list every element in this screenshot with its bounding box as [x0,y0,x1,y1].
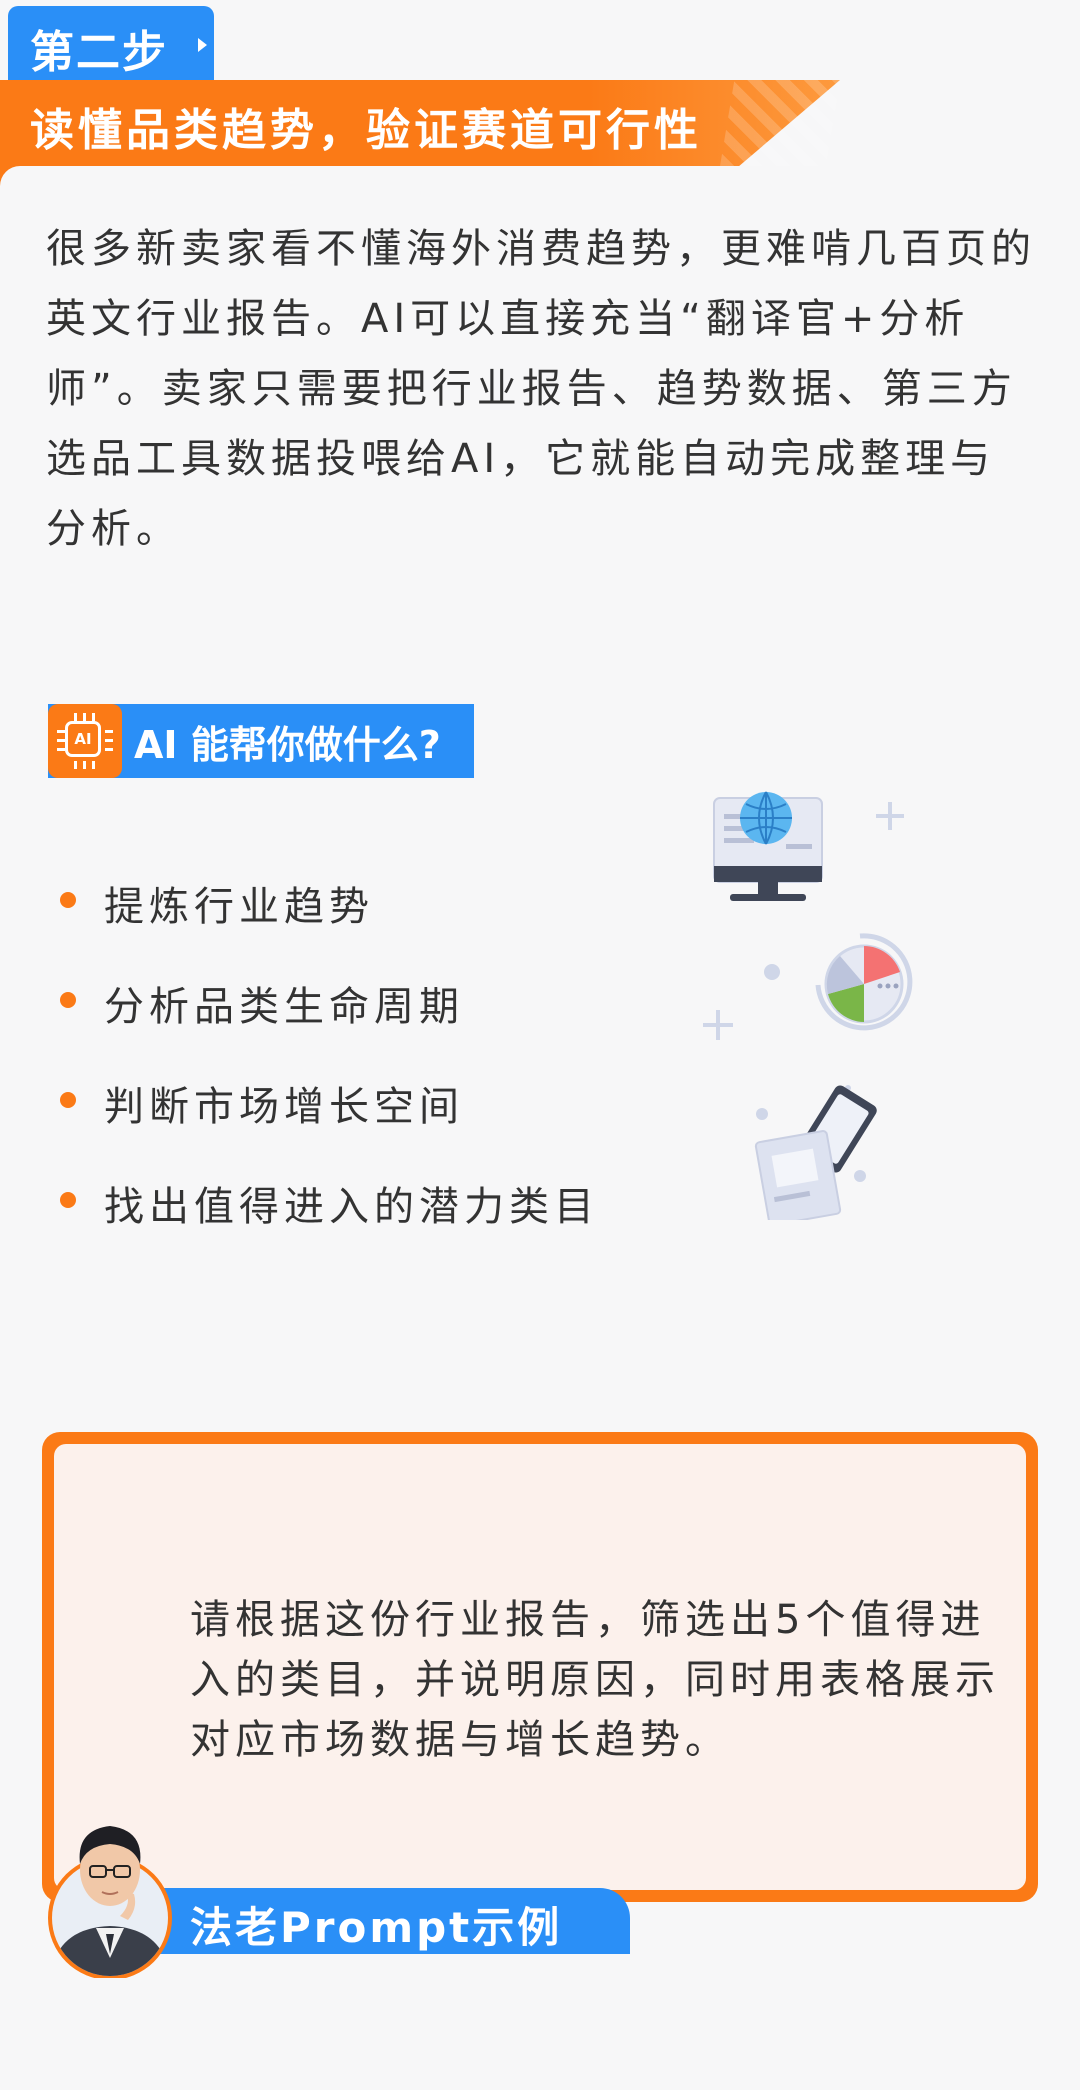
ai-section-title: AI 能帮你做什么? [134,723,441,767]
list-item-text: 提炼行业趋势 [104,884,374,930]
list-item: 判断市场增长空间 [60,1070,660,1130]
banner-pattern [720,80,840,166]
tablet-document-icon [754,1085,877,1220]
list-item: 找出值得进入的潜力类目 [60,1170,660,1230]
section-title: 读懂品类趋势，验证赛道可行性 [30,105,702,156]
illustration-group [703,791,913,1220]
bullet-dot [60,892,76,908]
section-banner: 读懂品类趋势，验证赛道可行性 [0,80,840,166]
step-label: 第二步 [30,27,168,78]
list-item-text: 分析品类生命周期 [104,984,464,1030]
intro-paragraph: 很多新卖家看不懂海外消费趋势，更难啃几百页的英文行业报告。AI可以直接充当“翻译… [46,226,1036,552]
list-item-text: 判断市场增长空间 [104,1084,464,1130]
pie-chart-cycle-icon [703,933,913,1040]
ai-section-header: AI AI 能帮你做什么? [48,704,474,778]
bullet-dot [60,1092,76,1108]
chevron-right-icon [198,38,207,52]
prompt-text: 请根据这份行业报告，筛选出5个值得进入的类目，并说明原因，同时用表格展示对应市场… [190,1597,1000,1763]
bullet-dot [60,1192,76,1208]
list-item-text: 找出值得进入的潜力类目 [104,1184,599,1230]
prompt-label: 法老Prompt示例 [190,1903,563,1952]
list-item: 提炼行业趋势 [60,870,660,930]
ai-chip-icon: AI [48,704,122,778]
list-item: 分析品类生命周期 [60,970,660,1030]
bullet-dot [60,992,76,1008]
banner-corner [0,166,30,186]
step-tag: 第二步 [8,6,214,82]
globe-monitor-icon [713,791,904,901]
ai-chip-label: AI [65,721,101,757]
avatar [48,1826,172,1978]
